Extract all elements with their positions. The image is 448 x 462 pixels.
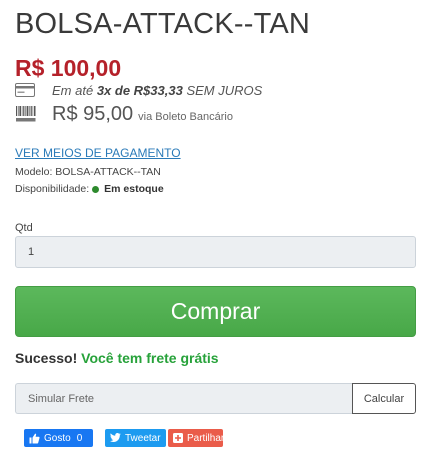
product-price: R$ 100,00 [15,55,122,81]
boleto-info: R$ 95,00 via Boleto Bancário [15,100,233,128]
calculate-freight-button[interactable]: Calcular [352,383,416,414]
barcode-icon [16,106,36,122]
installment-info: Em até 3x de R$33,33 SEM JUROS [15,80,262,100]
installment-suffix: SEM JUROS [186,82,263,98]
tweet-button[interactable]: Tweetar [105,429,166,447]
model-label: Modelo: [15,166,53,178]
boleto-via-label: via Boleto Bancário [138,111,233,123]
installment-detail: 3x de R$33,33 [96,82,183,98]
availability-info: Disponibilidade: Em estoque [15,183,164,195]
availability-label: Disponibilidade: [15,183,90,195]
boleto-price: R$ 95,00 [52,102,134,125]
model-info: Modelo: BOLSA-ATTACK--TAN [15,166,161,178]
facebook-like-count: 0 [76,432,83,444]
payment-methods-link[interactable]: VER MEIOS DE PAGAMENTO [15,146,181,160]
share-label: Partilhar [187,432,225,444]
credit-card-icon [15,83,35,97]
availability-value: Em estoque [104,183,164,195]
installment-prefix: Em até [52,82,94,98]
quantity-label: Qtd [15,222,33,234]
plus-icon [173,433,183,444]
shipping-success-label: Sucesso! [15,350,78,366]
in-stock-dot-icon [92,185,100,193]
freight-input[interactable]: Simular Frete [15,383,352,414]
thumbs-up-icon [29,433,40,444]
facebook-like-label: Gosto [44,432,71,444]
product-title: BOLSA-ATTACK--TAN [15,8,311,40]
freight-simulator: Simular Frete Calcular [15,383,416,414]
facebook-like-button[interactable]: Gosto 0 [24,429,93,447]
free-shipping-text: Você tem frete grátis [81,350,219,366]
social-buttons: Gosto 0 Tweetar Partilhar [24,429,225,447]
twitter-bird-icon [110,433,121,444]
tweet-label: Tweetar [125,432,161,444]
quantity-input[interactable]: 1 [15,236,416,268]
buy-button[interactable]: Comprar [15,286,416,337]
model-value: BOLSA-ATTACK--TAN [55,166,161,178]
shipping-message: Sucesso! Você tem frete grátis [15,350,219,366]
share-button[interactable]: Partilhar [168,429,225,447]
